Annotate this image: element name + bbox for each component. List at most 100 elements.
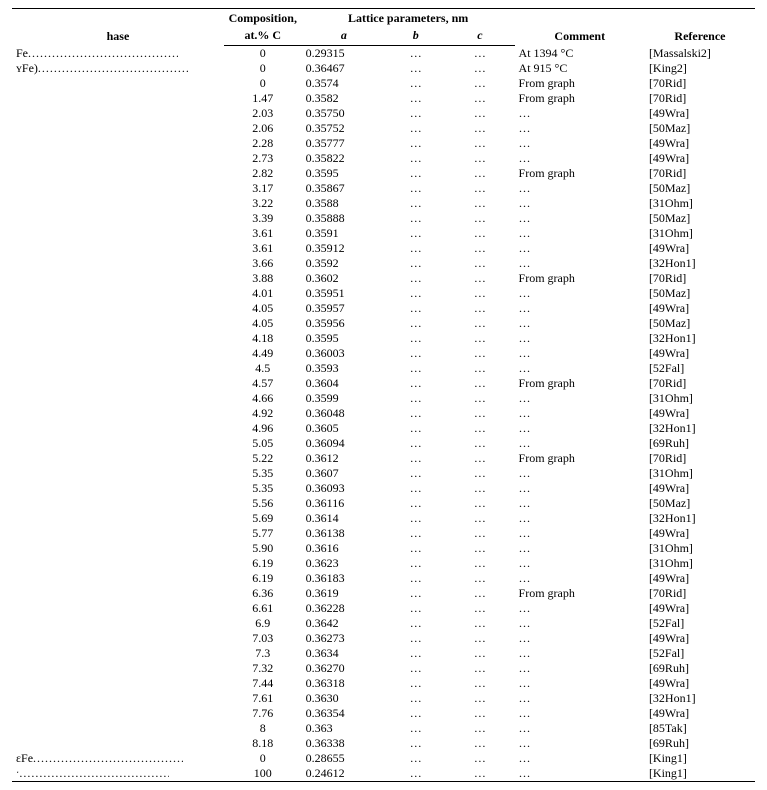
cell-comment: … [515, 226, 645, 241]
cell-comment: … [515, 511, 645, 526]
cell-b: … [386, 256, 445, 271]
cell-reference: [69Ruh] [645, 436, 755, 451]
cell-phase [12, 166, 224, 181]
cell-composition: 3.66 [224, 256, 302, 271]
cell-composition: 4.05 [224, 316, 302, 331]
cell-c: … [445, 631, 514, 646]
cell-composition: 0 [224, 61, 302, 76]
table-row: 2.060.35752………[50Maz] [12, 121, 755, 136]
cell-b: … [386, 106, 445, 121]
table-row: 7.440.36318………[49Wra] [12, 676, 755, 691]
cell-composition: 2.73 [224, 151, 302, 166]
cell-reference: [49Wra] [645, 676, 755, 691]
cell-b: … [386, 376, 445, 391]
cell-b: … [386, 661, 445, 676]
cell-phase [12, 691, 224, 706]
cell-composition: 3.61 [224, 226, 302, 241]
header-b: b [413, 28, 419, 42]
cell-composition: 7.03 [224, 631, 302, 646]
cell-a: 0.36273 [302, 631, 387, 646]
cell-c: … [445, 736, 514, 751]
phase-label: Fe [16, 46, 28, 61]
header-c: c [477, 28, 482, 42]
cell-b: … [386, 541, 445, 556]
table-row: 3.610.3591………[31Ohm] [12, 226, 755, 241]
cell-a: 0.36093 [302, 481, 387, 496]
cell-composition: 0 [224, 76, 302, 91]
cell-a: 0.3593 [302, 361, 387, 376]
table-row: 6.610.36228………[49Wra] [12, 601, 755, 616]
cell-reference: [32Hon1] [645, 691, 755, 706]
table-row: 3.610.35912………[49Wra] [12, 241, 755, 256]
cell-composition: 7.61 [224, 691, 302, 706]
cell-comment: At 1394 °C [515, 46, 645, 62]
table-row: 2.280.35777………[49Wra] [12, 136, 755, 151]
table-row: 5.350.36093………[49Wra] [12, 481, 755, 496]
cell-a: 0.3623 [302, 556, 387, 571]
cell-b: … [386, 511, 445, 526]
table-row: 7.30.3634………[52Fal] [12, 646, 755, 661]
table-row: 4.660.3599………[31Ohm] [12, 391, 755, 406]
cell-a: 0.3607 [302, 466, 387, 481]
cell-a: 0.36318 [302, 676, 387, 691]
cell-c: … [445, 481, 514, 496]
cell-reference: [49Wra] [645, 346, 755, 361]
cell-comment: … [515, 496, 645, 511]
cell-b: … [386, 451, 445, 466]
table-row: 5.350.3607………[31Ohm] [12, 466, 755, 481]
cell-comment: … [515, 616, 645, 631]
cell-c: … [445, 676, 514, 691]
cell-reference: [King1] [645, 766, 755, 782]
cell-a: 0.35867 [302, 181, 387, 196]
cell-c: … [445, 391, 514, 406]
cell-c: … [445, 421, 514, 436]
table-row: 80.363………[85Tak] [12, 721, 755, 736]
cell-b: … [386, 601, 445, 616]
table-row: 7.320.36270………[69Ruh] [12, 661, 755, 676]
cell-c: … [445, 496, 514, 511]
cell-a: 0.3630 [302, 691, 387, 706]
cell-composition: 5.22 [224, 451, 302, 466]
table-row: 3.220.3588………[31Ohm] [12, 196, 755, 211]
cell-phase [12, 496, 224, 511]
cell-c: … [445, 601, 514, 616]
cell-a: 0.3599 [302, 391, 387, 406]
cell-phase [12, 676, 224, 691]
cell-c: … [445, 46, 514, 62]
cell-b: … [386, 526, 445, 541]
cell-composition: 5.90 [224, 541, 302, 556]
cell-c: … [445, 241, 514, 256]
cell-c: … [445, 166, 514, 181]
table-row: 5.900.3616………[31Ohm] [12, 541, 755, 556]
table-row: 2.820.3595……From graph[70Rid] [12, 166, 755, 181]
cell-b: … [386, 646, 445, 661]
cell-reference: [50Maz] [645, 496, 755, 511]
cell-composition: 3.61 [224, 241, 302, 256]
cell-c: … [445, 136, 514, 151]
cell-phase: ʏFe) [12, 61, 224, 76]
cell-c: … [445, 541, 514, 556]
cell-phase [12, 151, 224, 166]
table-row: 5.220.3612……From graph[70Rid] [12, 451, 755, 466]
cell-comment: … [515, 406, 645, 421]
cell-phase [12, 481, 224, 496]
cell-reference: [70Rid] [645, 376, 755, 391]
cell-b: … [386, 121, 445, 136]
cell-a: 0.3582 [302, 91, 387, 106]
cell-a: 0.36094 [302, 436, 387, 451]
cell-reference: [49Wra] [645, 631, 755, 646]
cell-c: … [445, 571, 514, 586]
cell-a: 0.3591 [302, 226, 387, 241]
cell-c: … [445, 706, 514, 721]
cell-b: … [386, 571, 445, 586]
cell-a: 0.3634 [302, 646, 387, 661]
cell-reference: [31Ohm] [645, 466, 755, 481]
table-row: 3.880.3602……From graph[70Rid] [12, 271, 755, 286]
cell-phase: Fe [12, 46, 224, 62]
cell-phase [12, 316, 224, 331]
cell-a: 0.3602 [302, 271, 387, 286]
cell-comment: … [515, 346, 645, 361]
cell-b: … [386, 46, 445, 62]
cell-b: … [386, 481, 445, 496]
cell-comment: … [515, 646, 645, 661]
